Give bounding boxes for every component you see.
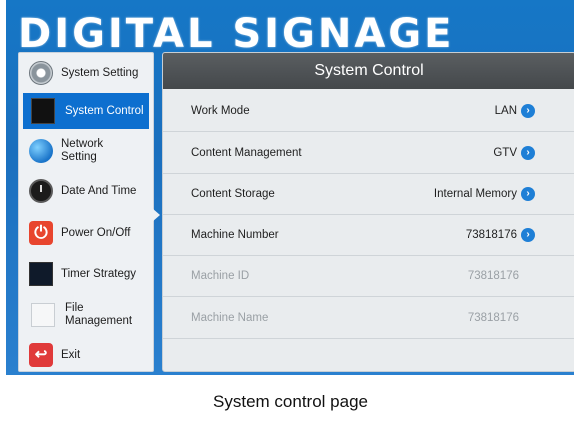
sidebar-item-label: System Setting <box>61 66 139 79</box>
exit-icon: ↩ <box>29 343 53 367</box>
sidebar-item-label: Timer Strategy <box>61 267 136 280</box>
sidebar-item-exit[interactable]: ↩ Exit <box>23 337 149 373</box>
row-label: Work Mode <box>191 105 250 117</box>
gear-icon <box>29 61 53 85</box>
screen-icon <box>31 98 55 124</box>
sidebar-item-label: Exit <box>61 348 81 361</box>
row-value-text: 73818176 <box>465 229 517 241</box>
sidebar-item-system-control[interactable]: System Control <box>23 93 149 129</box>
row-value: GTV › <box>493 146 535 160</box>
setting-row-content-storage[interactable]: Content Storage Internal Memory › <box>163 174 574 215</box>
sidebar-item-power-on-off[interactable]: ⏻ Power On/Off <box>23 215 149 251</box>
setting-row-machine-id: Machine ID 73818176 <box>163 256 574 297</box>
sidebar-item-network-setting[interactable]: Network Setting <box>23 133 149 169</box>
row-value-text: LAN <box>494 105 517 117</box>
row-label: Machine ID <box>191 270 250 282</box>
clock-icon <box>29 179 53 203</box>
row-value-text: Internal Memory <box>433 188 517 200</box>
row-label: Machine Number <box>191 229 279 241</box>
sidebar-item-timer-strategy[interactable]: Timer Strategy <box>23 256 149 292</box>
chevron-right-icon[interactable]: › <box>521 146 535 160</box>
row-label: Content Management <box>191 147 302 159</box>
sidebar-item-date-and-time[interactable]: Date And Time <box>23 173 149 209</box>
row-value-text: 73818176 <box>467 312 519 324</box>
setting-row-work-mode[interactable]: Work Mode LAN › <box>163 91 574 132</box>
file-icon <box>31 303 55 327</box>
chevron-right-icon[interactable]: › <box>521 104 535 118</box>
row-value: 73818176 › <box>466 228 535 242</box>
row-value-text: 73818176 <box>467 270 519 282</box>
sidebar-item-label: File Management <box>65 302 133 327</box>
setting-row-content-management[interactable]: Content Management GTV › <box>163 133 574 174</box>
setting-row-machine-number[interactable]: Machine Number 73818176 › <box>163 215 574 256</box>
sidebar-item-label: Date And Time <box>61 184 137 197</box>
row-label: Machine Name <box>191 312 269 324</box>
panel-title: System Control <box>163 53 574 89</box>
setting-row-machine-name: Machine Name 73818176 <box>163 298 574 339</box>
signage-screen: DIGITAL SIGNAGE System Setting System Co… <box>6 0 574 375</box>
sidebar-item-file-management[interactable]: File Management <box>23 297 149 333</box>
globe-icon <box>29 139 53 163</box>
row-value-text: GTV <box>493 147 517 159</box>
row-value: LAN › <box>495 104 535 118</box>
sidebar-item-label: Power On/Off <box>61 226 131 239</box>
figure-caption: System control page <box>213 392 368 411</box>
sidebar: System Setting System Control Network Se… <box>18 52 154 372</box>
sidebar-pointer <box>152 208 160 222</box>
system-control-panel: System Control Work Mode LAN › Content M… <box>162 52 574 372</box>
power-icon: ⏻ <box>29 221 53 245</box>
timer-icon <box>29 262 53 286</box>
sidebar-item-system-setting[interactable]: System Setting <box>23 55 149 91</box>
row-label: Content Storage <box>191 188 275 200</box>
chevron-right-icon[interactable]: › <box>521 228 535 242</box>
row-value: Internal Memory › <box>434 187 535 201</box>
sidebar-item-label: System Control <box>65 104 144 117</box>
chevron-right-icon[interactable]: › <box>521 187 535 201</box>
sidebar-item-label: Network Setting <box>61 138 104 163</box>
